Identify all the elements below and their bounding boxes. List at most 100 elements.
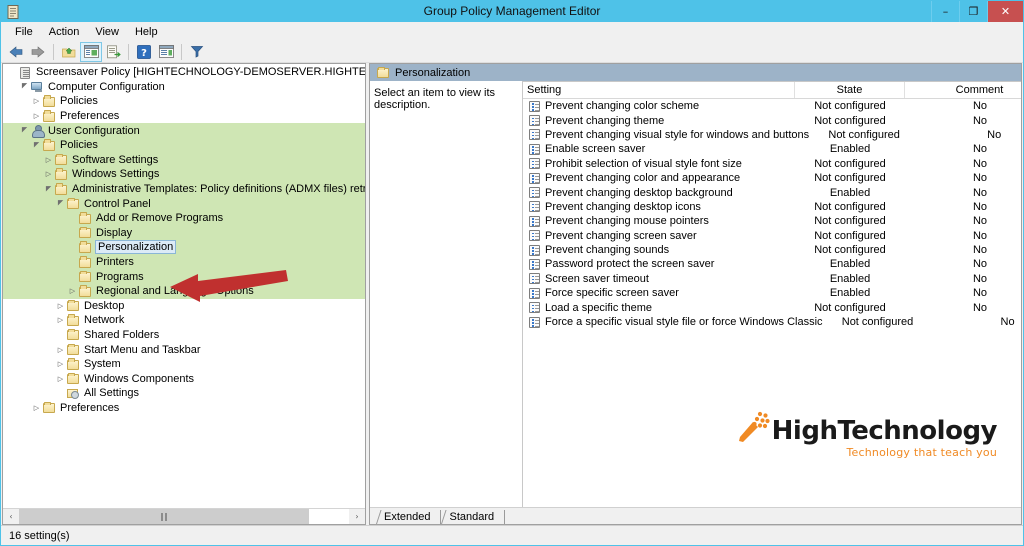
table-row[interactable]: Prevent changing sounds Not configured No	[523, 243, 1021, 257]
chevron-down-icon[interactable]: ◢	[55, 198, 66, 209]
chevron-right-icon[interactable]: ▷	[67, 286, 78, 297]
tree-item-shared-folders[interactable]: Shared Folders	[3, 328, 365, 343]
menu-action[interactable]: Action	[41, 24, 88, 40]
scroll-right-button[interactable]: ›	[349, 509, 365, 524]
settings-list-rows[interactable]: Prevent changing color scheme Not configu…	[523, 99, 1021, 507]
tree-item-windows-components[interactable]: ▷ Windows Components	[3, 371, 365, 386]
chevron-right-icon[interactable]: ▷	[31, 96, 42, 107]
minimize-button[interactable]: –	[931, 1, 959, 22]
up-one-level-icon[interactable]	[58, 42, 80, 62]
table-row[interactable]: Load a specific theme Not configured No	[523, 300, 1021, 314]
description-pane: Select an item to view its description.	[370, 81, 522, 507]
tree-item-display[interactable]: Display	[3, 225, 365, 241]
settings-list[interactable]: Setting State Comment Prevent changing c…	[522, 81, 1021, 507]
chevron-down-icon[interactable]: ◢	[31, 140, 42, 151]
tree-item-add-or-remove-programs[interactable]: Add or Remove Programs	[3, 210, 365, 226]
menu-bar: File Action View Help	[1, 22, 1023, 41]
export-list-icon[interactable]	[102, 42, 124, 62]
chevron-right-icon[interactable]: ▷	[55, 315, 66, 326]
table-row[interactable]: Enable screen saver Enabled No	[523, 142, 1021, 156]
tree-item-label: User Configuration	[48, 124, 140, 137]
tree-item-user-configuration[interactable]: ◢ User Configuration	[3, 123, 365, 139]
setting-name: Prevent changing desktop background	[545, 186, 733, 199]
tree-item-policies[interactable]: ◢ Policies	[3, 137, 365, 153]
setting-name: Prohibit selection of visual style font …	[545, 157, 742, 170]
chevron-right-icon[interactable]: ▷	[43, 154, 54, 165]
table-row[interactable]: Prevent changing theme Not configured No	[523, 113, 1021, 127]
column-header-state[interactable]: State	[795, 82, 905, 98]
show-hide-action-pane-icon[interactable]	[155, 42, 177, 62]
table-row[interactable]: Prevent changing color scheme Not configu…	[523, 99, 1021, 113]
chevron-down-icon[interactable]: ◢	[19, 125, 30, 136]
table-row[interactable]: Password protect the screen saver Enabled…	[523, 257, 1021, 271]
maximize-button[interactable]: ❐	[959, 1, 987, 22]
table-row[interactable]: Screen saver timeout Enabled No	[523, 272, 1021, 286]
policy-setting-icon	[529, 316, 540, 328]
tree-item-programs[interactable]: Programs	[3, 269, 365, 284]
tree-item-root[interactable]: Screensaver Policy [HIGHTECHNOLOGY-DEMOS…	[3, 65, 365, 80]
chevron-down-icon[interactable]: ◢	[43, 184, 54, 195]
console-document-icon	[5, 4, 21, 20]
chevron-down-icon[interactable]: ◢	[19, 81, 30, 92]
tree-item-software-settings[interactable]: ▷ Software Settings	[3, 152, 365, 168]
menu-help[interactable]: Help	[127, 24, 166, 40]
chevron-right-icon[interactable]: ▷	[55, 300, 66, 311]
chevron-right-icon[interactable]: ▷	[55, 359, 66, 370]
table-row[interactable]: Prevent changing screen saver Not configu…	[523, 229, 1021, 243]
chevron-right-icon[interactable]: ▷	[43, 169, 54, 180]
tab-standard[interactable]: Standard	[441, 510, 506, 524]
tree-item-network[interactable]: ▷ Network	[3, 313, 365, 328]
show-hide-console-tree-icon[interactable]	[80, 41, 102, 62]
policy-setting-icon	[529, 143, 540, 155]
tree-item-printers[interactable]: Printers	[3, 254, 365, 270]
chevron-right-icon[interactable]: ▷	[31, 402, 42, 413]
details-pane-tab[interactable]: Personalization	[370, 64, 481, 81]
chevron-right-icon[interactable]: ▷	[55, 373, 66, 384]
back-icon[interactable]	[5, 42, 27, 62]
tree-item-windows-settings[interactable]: ▷ Windows Settings	[3, 167, 365, 182]
tree-item-personalization[interactable]: Personalization	[3, 240, 365, 255]
tree-item-regional-and-language-options[interactable]: ▷ Regional and Language Options	[3, 283, 365, 299]
column-header-setting[interactable]: Setting	[523, 82, 795, 98]
filter-icon[interactable]	[186, 42, 208, 62]
tree-item-start-menu-and-taskbar[interactable]: ▷ Start Menu and Taskbar	[3, 342, 365, 357]
tree-item-desktop[interactable]: ▷ Desktop	[3, 299, 365, 314]
cell-comment: No	[972, 200, 988, 213]
tree-item-policies[interactable]: ▷ Policies	[3, 94, 365, 109]
tab-extended[interactable]: Extended	[376, 510, 442, 524]
table-row[interactable]: Prevent changing desktop icons Not config…	[523, 200, 1021, 214]
tree-horizontal-scrollbar[interactable]: ‹ ‖‖ ›	[3, 508, 365, 524]
tree-item-label: Personalization	[95, 240, 177, 255]
chevron-right-icon[interactable]: ▷	[31, 111, 42, 122]
chevron-right-icon[interactable]: ▷	[55, 344, 66, 355]
menu-view[interactable]: View	[87, 24, 127, 40]
tree-item-control-panel[interactable]: ◢ Control Panel	[3, 196, 365, 211]
table-row[interactable]: Prevent changing color and appearance Not…	[523, 171, 1021, 185]
table-row[interactable]: Force a specific visual style file or fo…	[523, 315, 1021, 329]
column-header-comment[interactable]: Comment	[905, 82, 1021, 98]
menu-file[interactable]: File	[7, 24, 41, 40]
tree-item-preferences[interactable]: ▷ Preferences	[3, 401, 365, 416]
window-controls: – ❐ ✕	[931, 1, 1023, 22]
table-row[interactable]: Prevent changing desktop background Enabl…	[523, 185, 1021, 199]
scroll-track[interactable]: ‖‖	[19, 509, 349, 524]
setting-name: Prevent changing color and appearance	[545, 172, 741, 185]
cell-setting: Force specific screen saver	[523, 287, 795, 299]
table-row[interactable]: Force specific screen saver Enabled No	[523, 286, 1021, 300]
close-button[interactable]: ✕	[987, 1, 1023, 22]
help-icon[interactable]: ?	[133, 42, 155, 62]
cell-setting: Screen saver timeout	[523, 273, 795, 285]
tree-item-preferences[interactable]: ▷ Preferences	[3, 109, 365, 124]
tree-item-computer-configuration[interactable]: ◢ Computer Configuration	[3, 80, 365, 95]
title-bar: Group Policy Management Editor – ❐ ✕	[1, 1, 1023, 22]
table-row[interactable]: Prevent changing visual style for window…	[523, 128, 1021, 142]
table-row[interactable]: Prevent changing mouse pointers Not confi…	[523, 214, 1021, 228]
scroll-left-button[interactable]: ‹	[3, 509, 19, 524]
forward-icon[interactable]	[27, 42, 49, 62]
tree-item-all-settings[interactable]: All Settings	[3, 386, 365, 401]
scroll-thumb[interactable]: ‖‖	[19, 509, 309, 524]
tree-item-system[interactable]: ▷ System	[3, 357, 365, 372]
table-row[interactable]: Prohibit selection of visual style font …	[523, 157, 1021, 171]
tree-item-administrative-templates-policy-definiti[interactable]: ◢ Administrative Templates: Policy defini…	[3, 181, 365, 197]
policy-tree[interactable]: Screensaver Policy [HIGHTECHNOLOGY-DEMOS…	[3, 64, 365, 508]
